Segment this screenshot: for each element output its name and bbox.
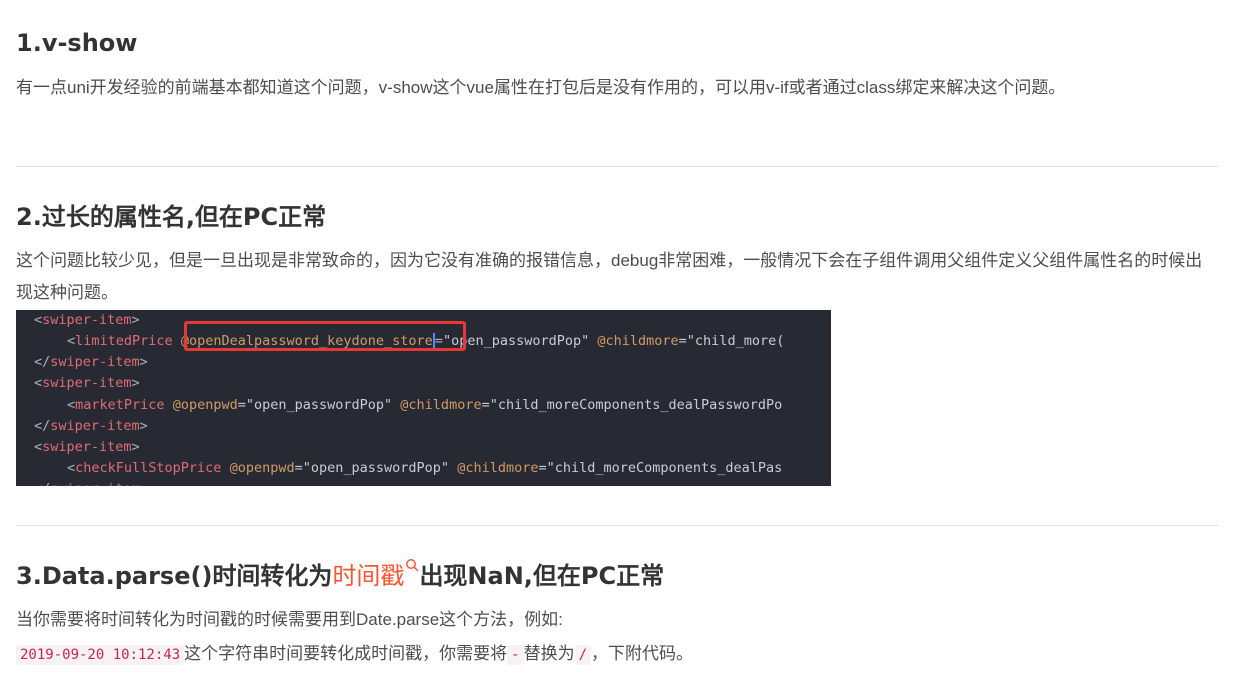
section-3-body-line-1: 当你需要将时间转化为时间戳的时候需要用到Date.parse这个方法，例如: [16, 610, 563, 629]
keyword-link[interactable]: 时间戳 [332, 562, 404, 590]
code-line: <marketPrice @openpwd="open_passwordPop"… [67, 397, 783, 413]
inline-code-date: 2019-09-20 10:12:43 [16, 645, 185, 665]
section-3-title-after: 出现NaN,但在PC正常 [419, 562, 665, 590]
section-3-title-before: 3.Data.parse()时间转化为 [16, 562, 333, 590]
code-line: </swiper-item> [34, 418, 148, 434]
section-1-body: 有一点uni开发经验的前端基本都知道这个问题，v-show这个vue属性在打包后… [16, 78, 1066, 97]
section-3-body-line-2: 2019-09-20 10:12:43 这个字符串时间要转化成时间戳，你需要将 - 替… [16, 638, 1216, 671]
search-icon[interactable] [405, 548, 419, 572]
section-2-body: 这个问题比较少见，但是一旦出现是非常致命的，因为它没有准确的报错信息，debug… [16, 251, 1203, 302]
code-line: </swiper-item> [34, 479, 148, 486]
section-1-title: 1.v-show [16, 29, 138, 57]
code-line: <checkFullStopPrice @openpwd="open_passw… [67, 460, 783, 476]
code-line: </swiper-item> [34, 354, 148, 370]
inline-code-slash: / [574, 645, 592, 665]
divider [16, 166, 1218, 167]
divider [16, 525, 1218, 526]
section-2-title: 2.过长的属性名,但在PC正常 [16, 203, 327, 231]
inline-code-dash: - [507, 645, 524, 665]
highlight-box [184, 321, 466, 351]
code-line: <swiper-item> [34, 312, 140, 328]
code-line: <swiper-item> [34, 375, 140, 391]
section-3-title: 3.Data.parse()时间转化为时间戳 出现NaN,但在PC正常 [16, 559, 665, 592]
code-screenshot-image: <swiper-item> <limitedPrice @openDealpas… [16, 310, 831, 486]
code-line: <swiper-item> [34, 439, 140, 455]
